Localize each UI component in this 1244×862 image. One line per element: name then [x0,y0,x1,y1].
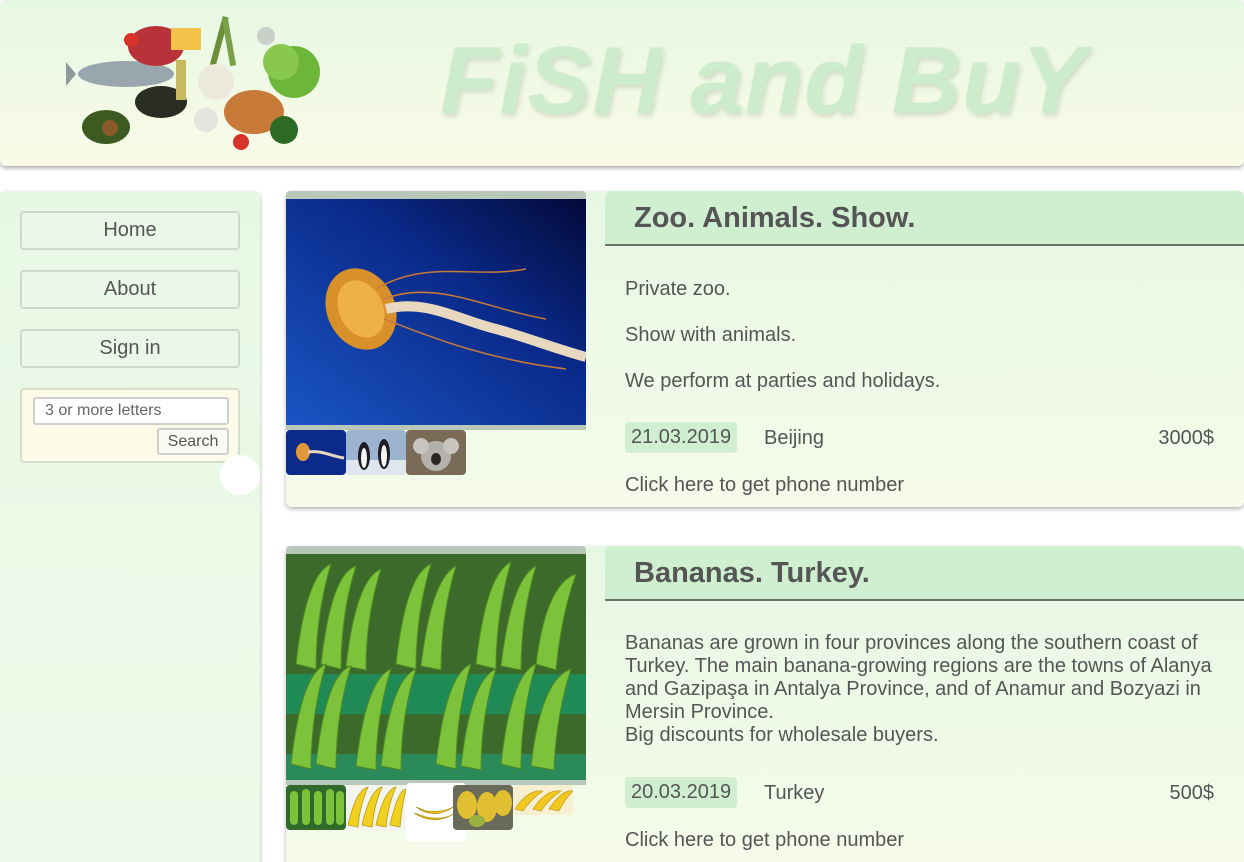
green-bananas-photo[interactable] [286,554,586,780]
nav-sign-in-button[interactable]: Sign in [20,329,240,368]
listing-card: Bananas. Turkey. Bananas are grown in fo… [286,546,1244,862]
nav-about-button[interactable]: About [20,270,240,309]
koala-thumb[interactable] [406,430,466,475]
phone-number-link[interactable]: Click here to get phone number [625,829,904,852]
listing-location: Beijing [764,427,825,449]
listing-description: Bananas are grown in four provinces alon… [625,632,1212,723]
site-title: FiSH and BuY [440,27,1087,134]
listing-description-extra: Big discounts for wholesale buyers. [625,724,939,746]
bananas-row-thumb[interactable] [513,785,573,815]
listing-location: Turkey [764,782,825,804]
decorative-circle [220,455,260,495]
listing-title-bar: Zoo. Animals. Show. [605,191,1244,246]
listing-title-bar: Bananas. Turkey. [605,546,1244,601]
penguins-thumb[interactable] [346,430,406,475]
listing-date-badge: 20.03.2019 [625,777,738,808]
search-button[interactable]: Search [157,428,229,455]
listing-description-line: Show with animals. [625,324,797,346]
site-header: FiSH and BuY [0,0,1244,166]
jellyfish-photo[interactable] [286,199,586,425]
yellow-bananas-thumb[interactable] [346,785,406,830]
market-bananas-thumb[interactable] [453,785,513,830]
photo-frame [286,546,586,785]
jellyfish-thumb[interactable] [286,430,346,475]
listing-title[interactable]: Bananas. Turkey. [634,557,870,590]
photo-frame [286,191,586,430]
green-bananas-thumb[interactable] [286,785,346,830]
listing-price: 3000$ [1158,427,1214,449]
search-form: Search [20,388,240,463]
listing-card: Zoo. Animals. Show. Private zoo. Show wi… [286,191,1244,507]
phone-number-link[interactable]: Click here to get phone number [625,474,904,497]
sidebar: Home About Sign in Search [0,191,260,862]
groceries-logo-icon[interactable] [66,12,336,154]
listing-title[interactable]: Zoo. Animals. Show. [634,202,915,235]
listing-description-line: Private zoo. [625,278,731,300]
listing-price: 500$ [1169,782,1215,804]
search-input[interactable] [33,397,229,425]
listing-date-badge: 21.03.2019 [625,422,738,453]
nav-home-button[interactable]: Home [20,211,240,250]
listing-description-line: We perform at parties and holidays. [625,370,941,392]
